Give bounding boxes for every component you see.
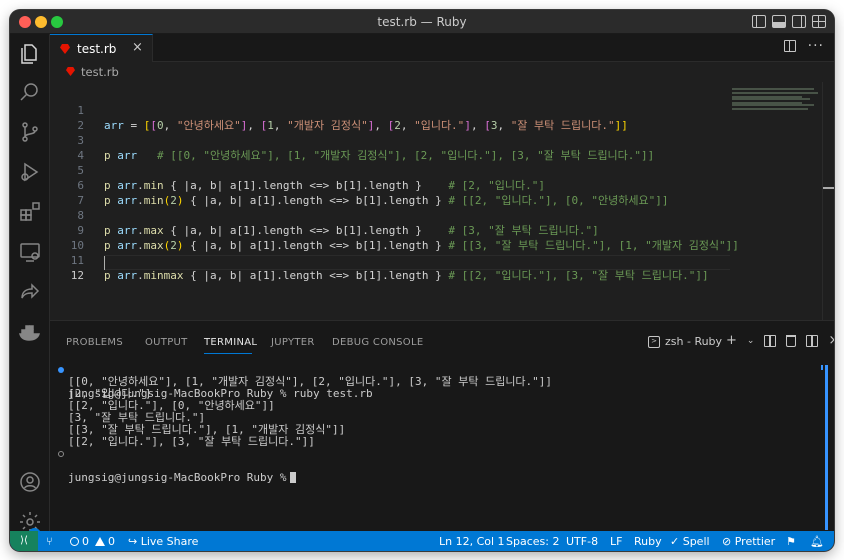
warning-icon	[95, 537, 105, 546]
title-bar: test.rb — Ruby	[10, 10, 834, 34]
customize-layout-icon[interactable]	[812, 15, 826, 28]
extensions-icon[interactable]	[18, 200, 42, 224]
breadcrumb-file[interactable]: test.rb	[81, 65, 119, 79]
tab-test-rb[interactable]: test.rb ×	[50, 34, 153, 62]
code-line: 7	[50, 181, 730, 207]
remote-indicator-icon[interactable]: ⟩⟨	[10, 531, 38, 551]
problems-status[interactable]: 00	[70, 535, 115, 548]
terminal-shell-name: zsh - Ruby	[665, 335, 723, 348]
code-line: 2	[50, 106, 730, 132]
terminal-icon: >	[648, 335, 660, 348]
prompt-icon	[58, 451, 64, 457]
code-line: 1 arr = [[0, "안녕하세요"], [1, "개발자 김정식"], […	[50, 91, 730, 132]
ruby-file-icon	[60, 44, 70, 54]
feedback-icon[interactable]: ⚑	[786, 535, 796, 548]
prettier-status[interactable]: ⊘ Prettier	[722, 535, 775, 548]
active-tab-indicator	[204, 353, 252, 354]
cursor-position[interactable]: Ln 12, Col 1	[439, 535, 505, 548]
layout-controls	[752, 15, 826, 28]
text-cursor	[104, 256, 105, 270]
notifications-bell-icon[interactable]: 🔔︎	[810, 535, 824, 548]
editor-scrollbar[interactable]	[822, 82, 834, 320]
encoding[interactable]: UTF-8	[566, 535, 598, 548]
minimap[interactable]	[730, 82, 822, 320]
explorer-icon[interactable]	[18, 42, 42, 66]
run-and-debug-icon[interactable]	[18, 160, 42, 184]
chevron-down-icon[interactable]: ⌄	[747, 336, 755, 346]
code-line: 6 p arr.min(2) { |a, b| a[1].length <=> …	[50, 166, 730, 207]
terminal-cursor	[289, 472, 296, 483]
vscode-window: test.rb — Ruby test.rb × ··· test.rb 1 a…	[10, 10, 834, 551]
tab-problems[interactable]: PROBLEMS	[66, 337, 123, 348]
tab-terminal[interactable]: TERMINAL	[204, 337, 257, 348]
live-share-button[interactable]: ↪ Live Share	[128, 535, 198, 548]
end-of-line[interactable]: LF	[610, 535, 622, 548]
code-line: 5 p arr.min { |a, b| a[1].length <=> b[1…	[50, 151, 730, 192]
error-icon	[70, 537, 79, 546]
spell-check-icon: ✓	[670, 535, 683, 548]
activity-bar: 1	[10, 34, 50, 541]
prettier-icon: ⊘	[722, 535, 735, 548]
indentation[interactable]: Spaces: 2	[506, 535, 559, 548]
code-line: 11 p arr.minmax { |a, b| a[1].length <=>…	[50, 241, 730, 282]
trash-icon[interactable]	[786, 334, 797, 347]
split-editor-icon[interactable]	[783, 40, 796, 52]
terminal-prompt-line: jungsig@jungsig-MacBookPro Ruby %	[58, 448, 358, 484]
scroll-marker	[821, 365, 823, 370]
live-share-icon: ↪	[128, 535, 141, 548]
editor-actions: ···	[783, 39, 824, 53]
maximize-panel-icon[interactable]	[806, 334, 819, 347]
terminal-line: [[2, "입니다."], [3, "잘 부탁 드립니다."]]	[68, 435, 315, 448]
status-bar: ⟩⟨ ⑂ 00 ↪ Live Share Ln 12, Col 1 Spaces…	[10, 531, 834, 551]
branch-icon[interactable]: ⑂	[46, 535, 53, 548]
toggle-secondary-sidebar-icon[interactable]	[792, 15, 806, 28]
close-tab-icon[interactable]: ×	[132, 40, 143, 55]
toggle-panel-icon[interactable]	[772, 15, 786, 28]
new-terminal-button[interactable]: +	[726, 333, 737, 348]
code-line: 4	[50, 136, 730, 162]
code-line: 10	[50, 226, 730, 252]
window-title: test.rb — Ruby	[377, 15, 467, 29]
more-actions-icon[interactable]: ···	[808, 39, 824, 53]
code-line: 9 p arr.max(2) { |a, b| a[1].length <=> …	[50, 211, 739, 252]
tab-output[interactable]: OUTPUT	[145, 337, 188, 348]
breadcrumb: test.rb	[50, 62, 834, 82]
toggle-primary-sidebar-icon[interactable]	[752, 15, 766, 28]
code-line: 12	[50, 256, 730, 282]
live-share-icon[interactable]	[18, 280, 42, 304]
split-terminal-icon[interactable]	[764, 334, 777, 347]
close-panel-button[interactable]: ×	[828, 333, 834, 348]
terminal-selector[interactable]: > zsh - Ruby	[648, 335, 722, 348]
tab-label: test.rb	[77, 42, 117, 56]
tab-debug-console[interactable]: DEBUG CONSOLE	[332, 337, 423, 348]
accounts-icon[interactable]	[18, 470, 42, 494]
language-mode[interactable]: Ruby	[634, 535, 662, 548]
spell-status[interactable]: ✓ Spell	[670, 535, 710, 548]
docker-icon[interactable]	[18, 320, 42, 344]
terminal-scrollbar[interactable]	[825, 365, 828, 530]
line-number: 12	[70, 269, 84, 282]
command-success-icon	[58, 367, 64, 373]
remote-explorer-icon[interactable]	[18, 240, 42, 264]
source-control-icon[interactable]	[18, 120, 42, 144]
code-line: 3 p arr # [[0, "안녕하세요"], [1, "개발자 김정식"],…	[50, 121, 730, 162]
editor-tab-bar: test.rb × ···	[50, 34, 834, 62]
panel-actions: + ⌄ ×	[726, 333, 834, 348]
tab-jupyter[interactable]: JUPYTER	[271, 337, 315, 348]
search-icon[interactable]	[18, 80, 42, 104]
panel-tabs: PROBLEMS OUTPUT TERMINAL JUPYTER DEBUG C…	[50, 321, 834, 357]
ruby-file-icon	[66, 67, 75, 76]
code-line: 8 p arr.max { |a, b| a[1].length <=> b[1…	[50, 196, 730, 237]
bottom-panel: PROBLEMS OUTPUT TERMINAL JUPYTER DEBUG C…	[50, 320, 834, 531]
code-editor[interactable]: 1 arr = [[0, "안녕하세요"], [1, "개발자 김정식"], […	[50, 82, 834, 320]
